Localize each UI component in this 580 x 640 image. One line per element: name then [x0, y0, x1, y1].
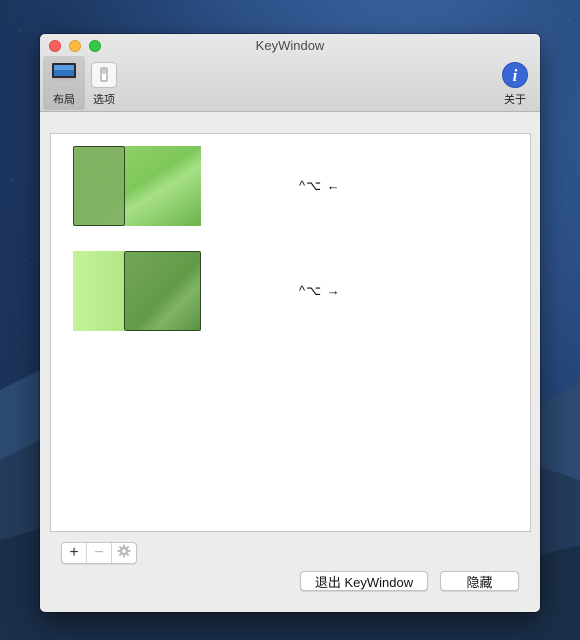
add-layout-button[interactable]: +	[62, 543, 87, 563]
layout-thumbnail-left-half[interactable]	[73, 146, 201, 226]
titlebar-toolbar: KeyWindow 布局 选项 i 关于	[40, 34, 540, 112]
monitor-icon	[51, 62, 77, 85]
hide-button[interactable]: 隐藏	[440, 571, 519, 591]
info-icon: i	[502, 62, 528, 91]
keywindow-preferences-window: KeyWindow 布局 选项 i 关于 ^⌥ ← ^⌥ → + − 退出 Ke…	[40, 34, 540, 612]
toolbar-layout-tab[interactable]: 布局	[43, 56, 85, 110]
shortcut-label: ^⌥ ←	[299, 178, 341, 193]
toolbar-about-label: 关于	[504, 94, 526, 106]
remove-layout-button[interactable]: −	[87, 543, 112, 563]
toolbar-about-tab[interactable]: i 关于	[496, 56, 534, 110]
toolbar-options-tab[interactable]: 选项	[86, 56, 122, 110]
window-title: KeyWindow	[255, 38, 325, 53]
layout-thumbnail-right-half[interactable]	[73, 251, 201, 331]
svg-text:i: i	[513, 66, 518, 85]
list-edit-controls: + −	[61, 542, 137, 564]
switch-icon	[91, 62, 117, 91]
layout-settings-button[interactable]	[112, 543, 136, 563]
toolbar-layout-label: 布局	[53, 94, 75, 106]
quit-button[interactable]: 退出 KeyWindow	[300, 571, 428, 591]
shortcut-label: ^⌥ →	[299, 283, 341, 298]
gear-icon	[117, 544, 131, 563]
layout-list: ^⌥ ← ^⌥ →	[50, 133, 531, 532]
toolbar-options-label: 选项	[93, 94, 115, 106]
